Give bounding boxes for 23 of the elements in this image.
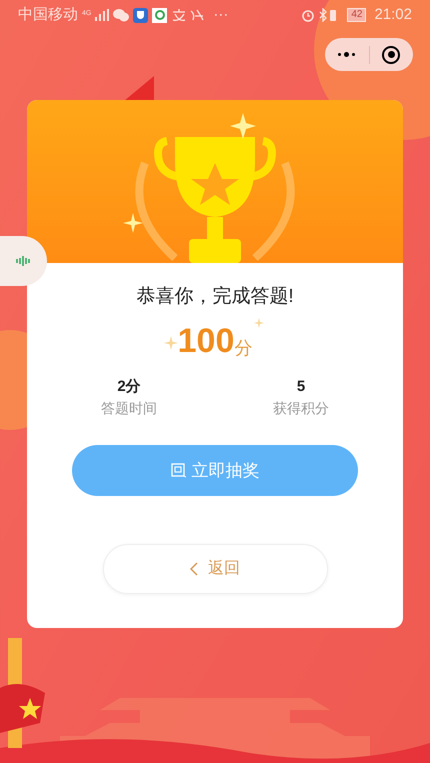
- sound-wave-icon: [16, 256, 32, 266]
- more-notifications: ···: [213, 4, 228, 25]
- result-title: 恭喜你，完成答题!: [136, 285, 294, 309]
- clock: 21:02: [374, 4, 412, 25]
- signal-icon: [95, 9, 110, 21]
- sparkle-icon: [254, 318, 264, 328]
- score-value: 100: [178, 324, 234, 358]
- score-unit: 分: [234, 338, 252, 356]
- back-button[interactable]: 返回: [102, 544, 328, 594]
- alarm-icon: [301, 8, 316, 22]
- stat-value: 2分: [117, 376, 141, 396]
- carrier-name: 中国移动: [18, 4, 78, 25]
- stat-value: 5: [296, 376, 306, 396]
- stat-label: 获得积分: [273, 399, 329, 418]
- chat-app-icon: [113, 8, 130, 22]
- sparkle-icon: [164, 336, 178, 350]
- stat-label: 答题时间: [101, 399, 157, 418]
- prize-ticket-icon: [170, 463, 186, 478]
- camera-app-icon: [152, 8, 168, 22]
- chevron-left-icon: [190, 562, 198, 576]
- battery-level: 42: [347, 8, 366, 22]
- shield-app-icon: [133, 8, 148, 22]
- draw-prize-button[interactable]: 立即抽奖: [72, 445, 358, 496]
